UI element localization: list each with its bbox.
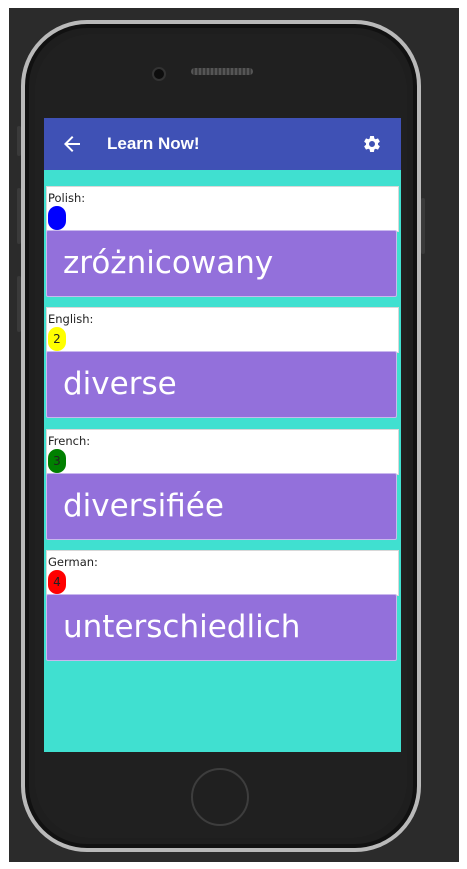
language-card-german: German: 4 unterschiedlich — [46, 550, 399, 662]
language-card-english: English: 2 diverse — [46, 307, 399, 419]
home-button[interactable] — [191, 768, 249, 826]
language-label: English: — [48, 312, 94, 326]
arrow-left-icon[interactable] — [60, 132, 84, 156]
language-label: French: — [48, 434, 91, 448]
power-button — [421, 198, 425, 254]
language-card-french: French: 3 diversifiée — [46, 429, 399, 541]
word-card[interactable]: diverse — [46, 351, 397, 418]
front-camera — [152, 67, 166, 81]
gear-icon[interactable] — [362, 134, 382, 154]
number-badge: 4 — [48, 570, 66, 594]
word-text: diversifiée — [63, 488, 224, 524]
card-header: Polish: — [46, 186, 399, 232]
language-card-polish: Polish: zróżnicowany — [46, 186, 399, 298]
word-text: diverse — [63, 366, 177, 402]
word-card[interactable]: diversifiée — [46, 473, 397, 540]
app-bar: Learn Now! — [44, 118, 401, 170]
language-label: Polish: — [48, 191, 86, 205]
mute-switch — [17, 126, 21, 156]
number-badge: 3 — [48, 449, 66, 473]
language-label: German: — [48, 555, 98, 569]
page-title: Learn Now! — [107, 134, 200, 153]
number-badge: 2 — [48, 327, 66, 351]
number-badge — [48, 206, 66, 230]
word-card[interactable]: unterschiedlich — [46, 594, 397, 661]
word-card[interactable]: zróżnicowany — [46, 230, 397, 297]
word-text: unterschiedlich — [63, 609, 301, 645]
card-header: German: 4 — [46, 550, 399, 596]
word-text: zróżnicowany — [63, 245, 274, 281]
card-header: English: 2 — [46, 307, 399, 353]
app-screen: Learn Now! Polish: zróżnicowany English:… — [44, 118, 401, 752]
volume-down-button — [17, 276, 21, 332]
earpiece-speaker — [191, 68, 253, 75]
card-header: French: 3 — [46, 429, 399, 475]
volume-up-button — [17, 188, 21, 244]
